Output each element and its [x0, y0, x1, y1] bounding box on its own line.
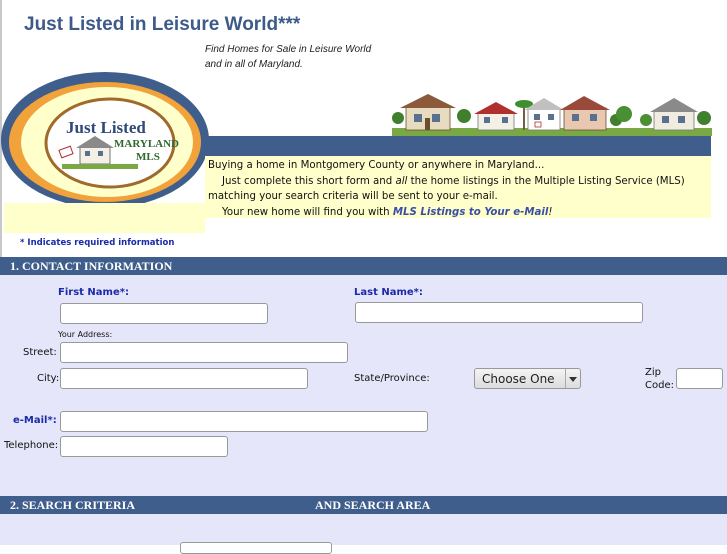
- logo-text-mls: MLS: [136, 151, 160, 163]
- intro-line-3: matching your search criteria will be se…: [208, 191, 498, 202]
- email-label: e-Mail*:: [13, 415, 57, 426]
- intro-left-panel: [4, 203, 205, 233]
- telephone-label: Telephone:: [4, 440, 59, 451]
- section-search-criteria: 2. SEARCH CRITERIA AND SEARCH AREA: [0, 496, 727, 514]
- tagline-line-2: and in all of Maryland.: [205, 59, 303, 70]
- telephone-input[interactable]: [60, 436, 228, 457]
- search-criteria-field[interactable]: [180, 542, 332, 554]
- street-input[interactable]: [60, 342, 348, 363]
- houses-illustration: [392, 94, 712, 136]
- just-listed-logo: Just Listed MARYLAND MLS: [1, 72, 209, 205]
- search-criteria-area: [0, 514, 727, 545]
- house-icon: [400, 94, 456, 131]
- section-contact-information: 1. CONTACT INFORMATION: [0, 257, 727, 275]
- intro-emphasis: all: [395, 175, 408, 187]
- required-note: * Indicates required information: [20, 238, 175, 248]
- section-search-area-title: AND SEARCH AREA: [315, 498, 431, 512]
- intro-text: Buying a home in Montgomery County or an…: [205, 156, 711, 218]
- house-icon: [560, 96, 610, 131]
- city-label: City:: [37, 373, 60, 384]
- tree-icon: [610, 106, 632, 126]
- state-select-value: Choose One: [482, 372, 555, 386]
- email-input[interactable]: [60, 411, 428, 432]
- logo-text-maryland: MARYLAND: [114, 138, 179, 150]
- chevron-down-icon: [565, 369, 580, 388]
- last-name-label: Last Name*:: [354, 287, 423, 298]
- logo-text-just-listed: Just Listed: [66, 118, 146, 137]
- site-title: Just Listed in Leisure World***: [24, 14, 301, 35]
- street-label: Street:: [23, 347, 57, 358]
- first-name-input[interactable]: [60, 303, 268, 324]
- tagline: Find Homes for Sale in Leisure World and…: [205, 42, 405, 72]
- intro-line-4: Your new home will find you with MLS Lis…: [222, 206, 553, 218]
- tagline-line-1: Find Homes for Sale in Leisure World: [205, 44, 372, 55]
- house-icon: [474, 102, 518, 131]
- sign-icon: [534, 121, 542, 128]
- last-name-input[interactable]: [355, 302, 643, 323]
- state-province-select[interactable]: Choose One: [474, 368, 581, 389]
- mls-listings-link[interactable]: MLS Listings to Your e-Mail: [393, 207, 549, 218]
- city-input[interactable]: [60, 368, 308, 389]
- header-blue-band: [205, 136, 711, 156]
- zip-code-input[interactable]: [676, 368, 723, 389]
- state-province-label: State/Province:: [354, 373, 430, 384]
- your-address-label: Your Address:: [58, 330, 113, 339]
- zip-code-label: Zip Code:: [645, 367, 674, 391]
- intro-line-1: Buying a home in Montgomery County or an…: [208, 160, 545, 171]
- house-icon: [650, 98, 698, 131]
- section-search-criteria-title: 2. SEARCH CRITERIA: [10, 498, 136, 512]
- intro-line-2: Just complete this short form and all th…: [222, 175, 685, 187]
- first-name-label: First Name*:: [58, 287, 129, 298]
